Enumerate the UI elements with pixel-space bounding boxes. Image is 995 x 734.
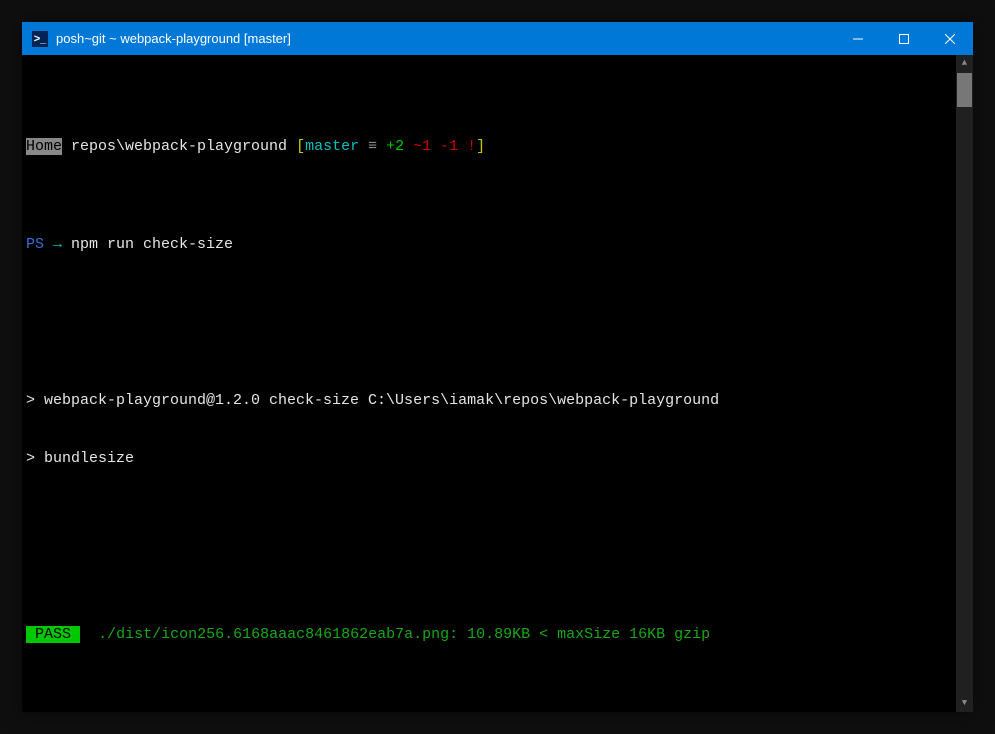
- powershell-icon: >_: [32, 31, 48, 47]
- terminal-window: >_ posh~git ~ webpack-playground [master…: [22, 22, 973, 712]
- pass-badge: PASS: [26, 626, 80, 643]
- scrollbar-thumb[interactable]: [957, 73, 972, 107]
- result-row: PASS ./dist/icon256.6168aaac8461862eab7a…: [26, 625, 969, 645]
- ps-prompt: PS → npm run check-size: [26, 235, 969, 255]
- terminal-content: Home repos\webpack-playground [master ≡ …: [26, 59, 969, 712]
- npm-run-header: > webpack-playground@1.2.0 check-size C:…: [26, 391, 969, 411]
- titlebar[interactable]: >_ posh~git ~ webpack-playground [master…: [22, 22, 973, 55]
- typed-command: npm run check-size: [71, 236, 233, 253]
- scrollbar[interactable]: ▲ ▼: [956, 55, 973, 712]
- npm-run-header: > bundlesize: [26, 449, 969, 469]
- scroll-down-icon[interactable]: ▼: [956, 695, 973, 712]
- minimize-button[interactable]: [835, 22, 881, 55]
- prompt-line: Home repos\webpack-playground [master ≡ …: [26, 137, 969, 157]
- home-label: Home: [26, 138, 62, 155]
- terminal-body[interactable]: Home repos\webpack-playground [master ≡ …: [22, 55, 973, 712]
- window-title: posh~git ~ webpack-playground [master]: [56, 31, 291, 46]
- scroll-up-icon[interactable]: ▲: [956, 55, 973, 72]
- maximize-button[interactable]: [881, 22, 927, 55]
- close-button[interactable]: [927, 22, 973, 55]
